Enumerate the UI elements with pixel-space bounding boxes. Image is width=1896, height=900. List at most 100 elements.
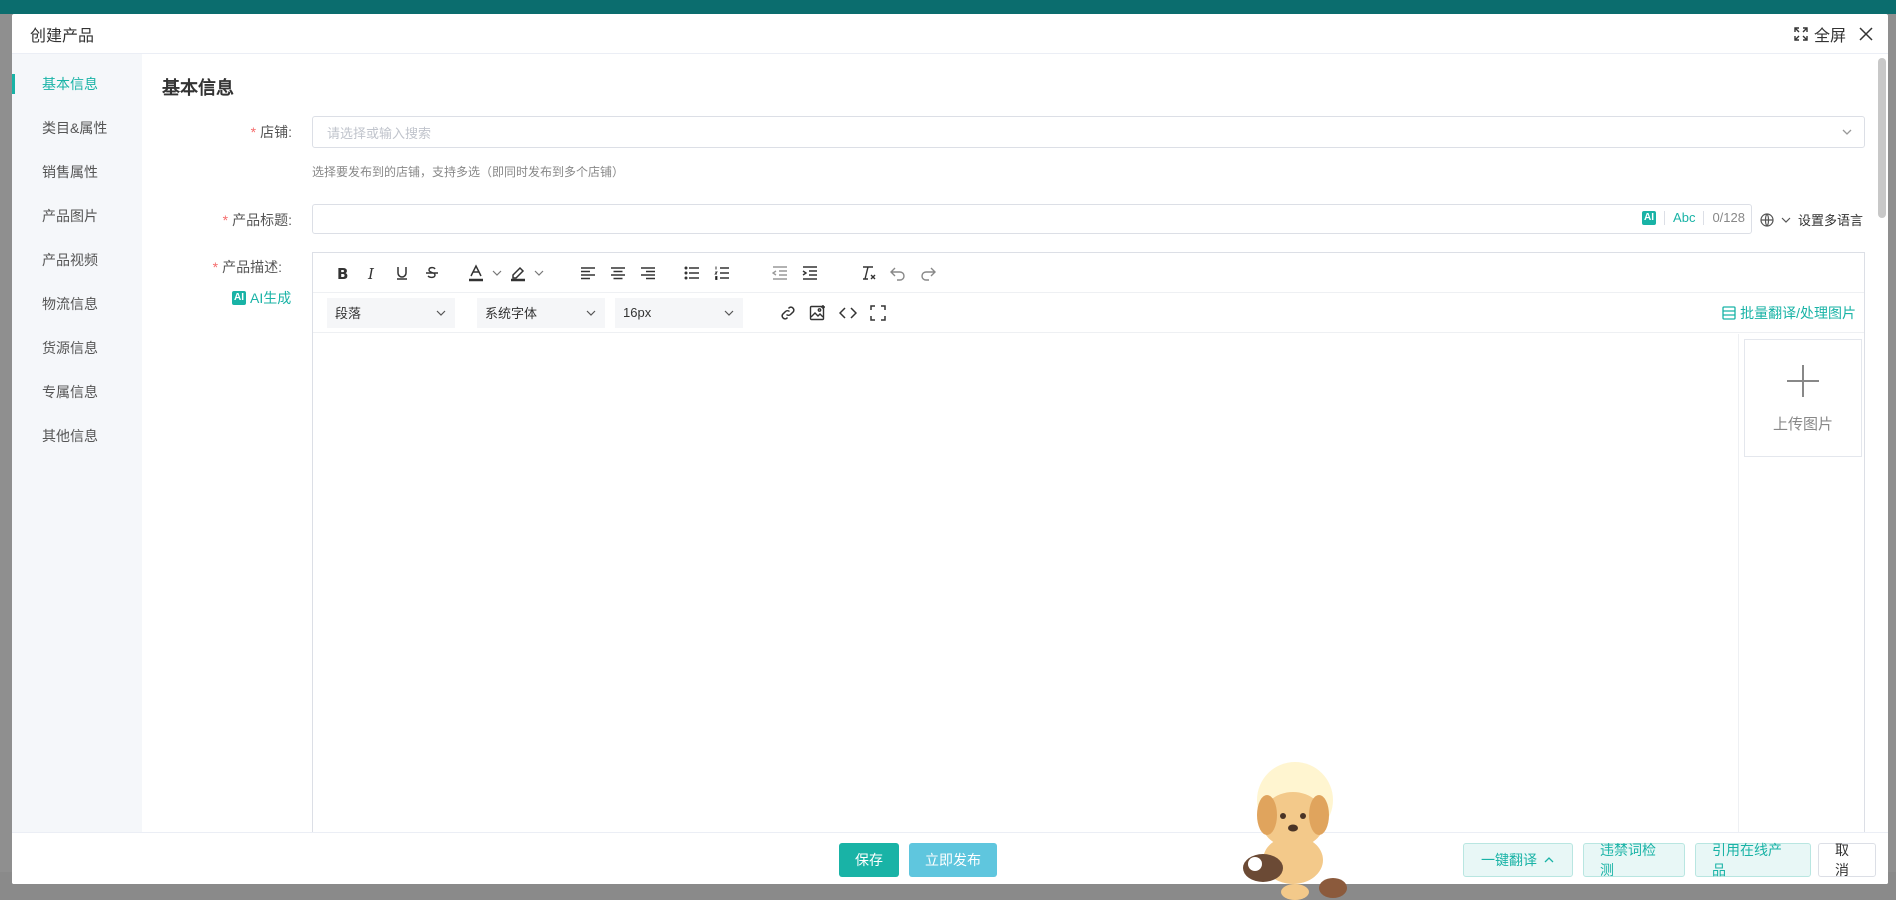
modal-title: 创建产品	[30, 27, 95, 45]
underline-button[interactable]	[387, 258, 417, 288]
close-button[interactable]	[1856, 24, 1876, 44]
paragraph-select[interactable]: 段落	[327, 297, 455, 328]
align-center-icon	[611, 266, 625, 279]
numbered-list-icon	[714, 266, 729, 280]
chevron-down-icon	[1842, 129, 1852, 135]
prohibited-words-check-button[interactable]: 违禁词检测	[1583, 842, 1685, 878]
font-size-select[interactable]: 16px	[615, 297, 743, 328]
bold-button[interactable]: B	[327, 258, 357, 288]
align-center-button[interactable]	[603, 258, 633, 288]
clear-format-icon	[863, 265, 876, 280]
nav-item-basic-info[interactable]: 基本信息	[12, 62, 142, 106]
strikethrough-button[interactable]	[417, 258, 447, 288]
fullscreen-button[interactable]: 全屏	[1794, 22, 1846, 46]
publish-now-button[interactable]: 立即发布	[909, 843, 997, 877]
chevron-down-icon	[436, 310, 446, 316]
bullet-list-icon	[684, 266, 699, 279]
font-color-button[interactable]	[461, 258, 491, 288]
required-mark: *	[250, 124, 257, 140]
one-click-translate-button[interactable]: 一键翻译	[1463, 843, 1573, 877]
nav-item-logistics[interactable]: 物流信息	[12, 282, 142, 326]
modal-header: 创建产品 全屏	[12, 14, 1888, 54]
strikethrough-icon	[426, 266, 438, 278]
nav-item-product-video[interactable]: 产品视频	[12, 238, 142, 282]
numbered-list-button[interactable]	[707, 258, 737, 288]
align-left-icon	[581, 266, 595, 279]
upload-image-button[interactable]: 上传图片	[1744, 339, 1862, 457]
ai-generate-button[interactable]: AI AI生成	[232, 288, 291, 308]
vertical-scrollbar[interactable]	[1878, 58, 1886, 218]
redo-button[interactable]	[913, 258, 943, 288]
globe-icon	[1760, 212, 1774, 227]
chevron-up-icon	[1544, 857, 1554, 863]
undo-icon	[890, 267, 905, 281]
undo-button[interactable]	[883, 258, 913, 288]
chevron-down-icon	[724, 310, 734, 316]
chevron-down-icon	[1781, 217, 1791, 223]
cite-online-product-button[interactable]: 引用在线产品	[1695, 842, 1811, 878]
required-mark: *	[212, 259, 219, 275]
clear-format-button[interactable]	[853, 258, 883, 288]
chevron-down-icon[interactable]	[491, 267, 503, 279]
shop-select[interactable]: 请选择或输入搜索	[312, 116, 1865, 148]
cancel-button[interactable]: 取消	[1818, 842, 1876, 878]
dog-mascot-sticker	[1243, 762, 1347, 900]
nav-item-sales-attributes[interactable]: 销售属性	[12, 150, 142, 194]
highlight-button[interactable]	[503, 258, 533, 288]
expand-icon	[870, 304, 886, 321]
bold-icon: B	[337, 265, 348, 281]
header-actions: 全屏	[1794, 14, 1876, 54]
nav-item-product-images[interactable]: 产品图片	[12, 194, 142, 238]
font-color-icon	[469, 263, 483, 281]
outdent-icon	[772, 265, 787, 280]
nav-item-exclusive[interactable]: 专属信息	[12, 370, 142, 414]
ai-title-button[interactable]: AI	[1642, 210, 1657, 225]
side-nav: 基本信息 类目&属性 销售属性 产品图片 产品视频 物流信息 货源信息 专属信息…	[12, 54, 142, 832]
svg-text:B: B	[337, 265, 348, 281]
shop-select-placeholder: 请选择或输入搜索	[327, 125, 432, 141]
create-product-modal: 创建产品 全屏 基本信息 类目&属性 销售属性 产品图片 产品视频 物流信息 货…	[12, 14, 1888, 884]
divider	[1664, 210, 1666, 225]
batch-list-icon	[1722, 306, 1736, 320]
italic-button[interactable]: I	[357, 258, 387, 288]
insert-image-button[interactable]	[803, 298, 833, 328]
outdent-button[interactable]	[765, 258, 795, 288]
batch-translate-label: 批量翻译/处理图片	[1740, 305, 1856, 321]
editor-fullscreen-button[interactable]	[863, 298, 893, 328]
save-button[interactable]: 保存	[839, 843, 899, 877]
description-label-text: 产品描述:	[222, 259, 282, 275]
product-title-label-text: 产品标题:	[232, 212, 292, 228]
background-app-edge	[1888, 14, 1896, 874]
chevron-down-icon[interactable]	[533, 267, 545, 279]
redo-icon	[921, 267, 936, 281]
multi-language-setting[interactable]: 设置多语言	[1760, 210, 1863, 229]
ai-generate-label: AI生成	[250, 290, 292, 306]
code-view-button[interactable]	[833, 298, 863, 328]
close-icon	[1859, 27, 1873, 41]
batch-translate-button[interactable]: 批量翻译/处理图片	[1722, 303, 1856, 323]
nav-item-other[interactable]: 其他信息	[12, 414, 142, 458]
insert-link-button[interactable]	[773, 298, 803, 328]
rich-text-editor: B I 段落 系统字体 16px 批量翻译/处理图片 上传图片	[312, 252, 1865, 852]
highlighter-icon	[511, 266, 525, 281]
indent-icon	[802, 265, 817, 280]
nav-item-source[interactable]: 货源信息	[12, 326, 142, 370]
code-icon	[839, 306, 857, 319]
font-size-select-value: 16px	[623, 305, 652, 320]
image-icon	[809, 304, 825, 320]
align-left-button[interactable]	[573, 258, 603, 288]
bullet-list-button[interactable]	[677, 258, 707, 288]
indent-button[interactable]	[795, 258, 825, 288]
product-title-input[interactable]: AI Abc 0/128	[312, 204, 1752, 234]
ai-icon: AI	[232, 291, 246, 305]
fullscreen-label: 全屏	[1813, 28, 1846, 45]
editor-content-area[interactable]	[313, 334, 1739, 850]
shop-hint: 选择要发布到的店铺，支持多选（即同时发布到多个店铺）	[312, 165, 625, 179]
chevron-down-icon	[586, 310, 596, 316]
align-right-icon	[641, 266, 655, 279]
align-right-button[interactable]	[633, 258, 663, 288]
abc-case-button[interactable]: Abc	[1673, 210, 1695, 225]
nav-item-category-attributes[interactable]: 类目&属性	[12, 106, 142, 150]
product-title-label: * 产品标题:	[152, 210, 292, 230]
font-family-select[interactable]: 系统字体	[477, 297, 605, 328]
